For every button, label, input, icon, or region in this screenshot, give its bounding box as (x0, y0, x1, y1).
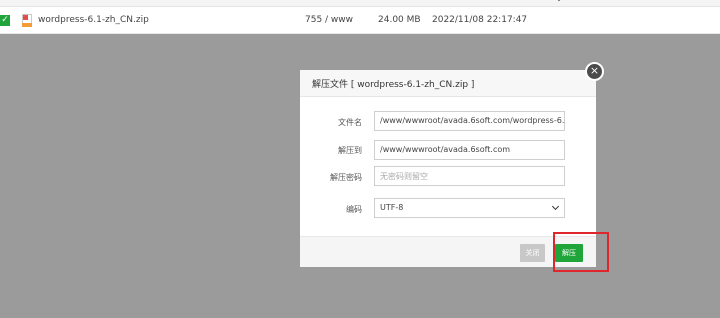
close-button[interactable]: 关闭 (520, 244, 545, 262)
password-label: 解压密码 (330, 173, 362, 182)
dialog-footer: 关闭 解压 (300, 236, 596, 267)
checkbox-checked-icon[interactable]: ✓ (0, 15, 10, 26)
chevron-down-icon[interactable] (554, 0, 564, 2)
chevron-down-icon (551, 202, 560, 211)
file-list-header (0, 0, 720, 7)
file-size: 24.00 MB (378, 15, 421, 25)
extract-to-label: 解压到 (338, 146, 362, 155)
extract-dialog: 解压文件 [ wordpress-6.1-zh_CN.zip ] 文件名 /ww… (300, 70, 596, 267)
filename-field[interactable]: /www/wwwroot/avada.6soft.com/wordpress-6… (374, 111, 565, 131)
close-icon[interactable]: × (585, 62, 604, 81)
dialog-title: 解压文件 [ wordpress-6.1-zh_CN.zip ] (300, 70, 596, 97)
extract-to-field[interactable]: /www/wwwroot/avada.6soft.com (374, 140, 565, 160)
highlight-annotation (553, 232, 609, 272)
file-permission[interactable]: 755 / www (305, 15, 353, 25)
encoding-label: 编码 (346, 205, 362, 214)
encoding-select[interactable]: UTF-8 (374, 198, 565, 218)
password-field[interactable]: 无密码则留空 (374, 166, 565, 186)
encoding-value: UTF-8 (380, 203, 404, 212)
filename-label: 文件名 (338, 118, 362, 127)
file-name[interactable]: wordpress-6.1-zh_CN.zip (38, 15, 149, 25)
zip-file-icon (22, 14, 32, 27)
file-modified-time: 2022/11/08 22:17:47 (432, 15, 528, 25)
table-row[interactable]: ✓ wordpress-6.1-zh_CN.zip 755 / www 24.0… (0, 8, 720, 34)
